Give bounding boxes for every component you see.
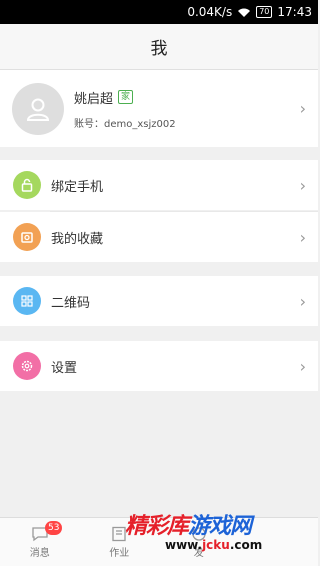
nav-label: 消息: [29, 547, 50, 559]
page-title: 我: [150, 39, 168, 59]
chevron-right-icon: ›: [299, 356, 306, 376]
chevron-right-icon: ›: [299, 99, 306, 118]
nav-item-homework[interactable]: 作业: [80, 518, 160, 566]
nav-item-me[interactable]: [239, 518, 319, 566]
publish-icon: [192, 526, 206, 541]
nav-label: 作业: [109, 547, 130, 559]
nav-label: 发: [193, 547, 204, 559]
profile-card[interactable]: 姚启超 家 账号：demo_xsjz002 ›: [0, 70, 318, 147]
chevron-right-icon: ›: [299, 291, 306, 311]
wifi-icon: [237, 7, 251, 18]
favorites-icon: [13, 223, 41, 251]
title-bar: 我: [0, 24, 318, 70]
nav-item-messages[interactable]: 53 消息: [0, 518, 80, 566]
menu-item-favorites[interactable]: 我的收藏 ›: [0, 212, 318, 262]
gear-icon: [13, 352, 41, 380]
status-bar: 0.04K/s 70 17:43: [0, 0, 318, 24]
nav-item-publish[interactable]: 发: [159, 518, 239, 566]
chevron-right-icon: ›: [299, 227, 306, 247]
role-badge: 家: [118, 90, 134, 104]
menu-label: 二维码: [51, 295, 91, 311]
menu-item-settings[interactable]: 设置 ›: [0, 341, 318, 391]
lock-icon: [13, 171, 41, 199]
menu-item-bind-phone[interactable]: 绑定手机 ›: [0, 160, 318, 210]
qr-code-icon: [13, 287, 41, 315]
menu-label: 我的收藏: [51, 231, 104, 247]
user-name: 姚启超: [74, 91, 114, 107]
network-speed: 0.04K/s: [187, 5, 233, 19]
homework-icon: [112, 526, 126, 541]
menu-label: 设置: [51, 360, 78, 376]
unread-badge: 53: [45, 521, 63, 535]
battery-icon: 70: [256, 6, 273, 18]
bottom-nav: 53 消息 作业 发: [0, 517, 318, 566]
clock: 17:43: [277, 5, 312, 19]
menu-item-qr-code[interactable]: 二维码 ›: [0, 276, 318, 326]
account-id: 账号：demo_xsjz002: [74, 118, 176, 130]
menu-label: 绑定手机: [51, 179, 104, 195]
user-icon: [26, 98, 50, 121]
avatar: [12, 82, 64, 135]
chevron-right-icon: ›: [299, 175, 306, 195]
